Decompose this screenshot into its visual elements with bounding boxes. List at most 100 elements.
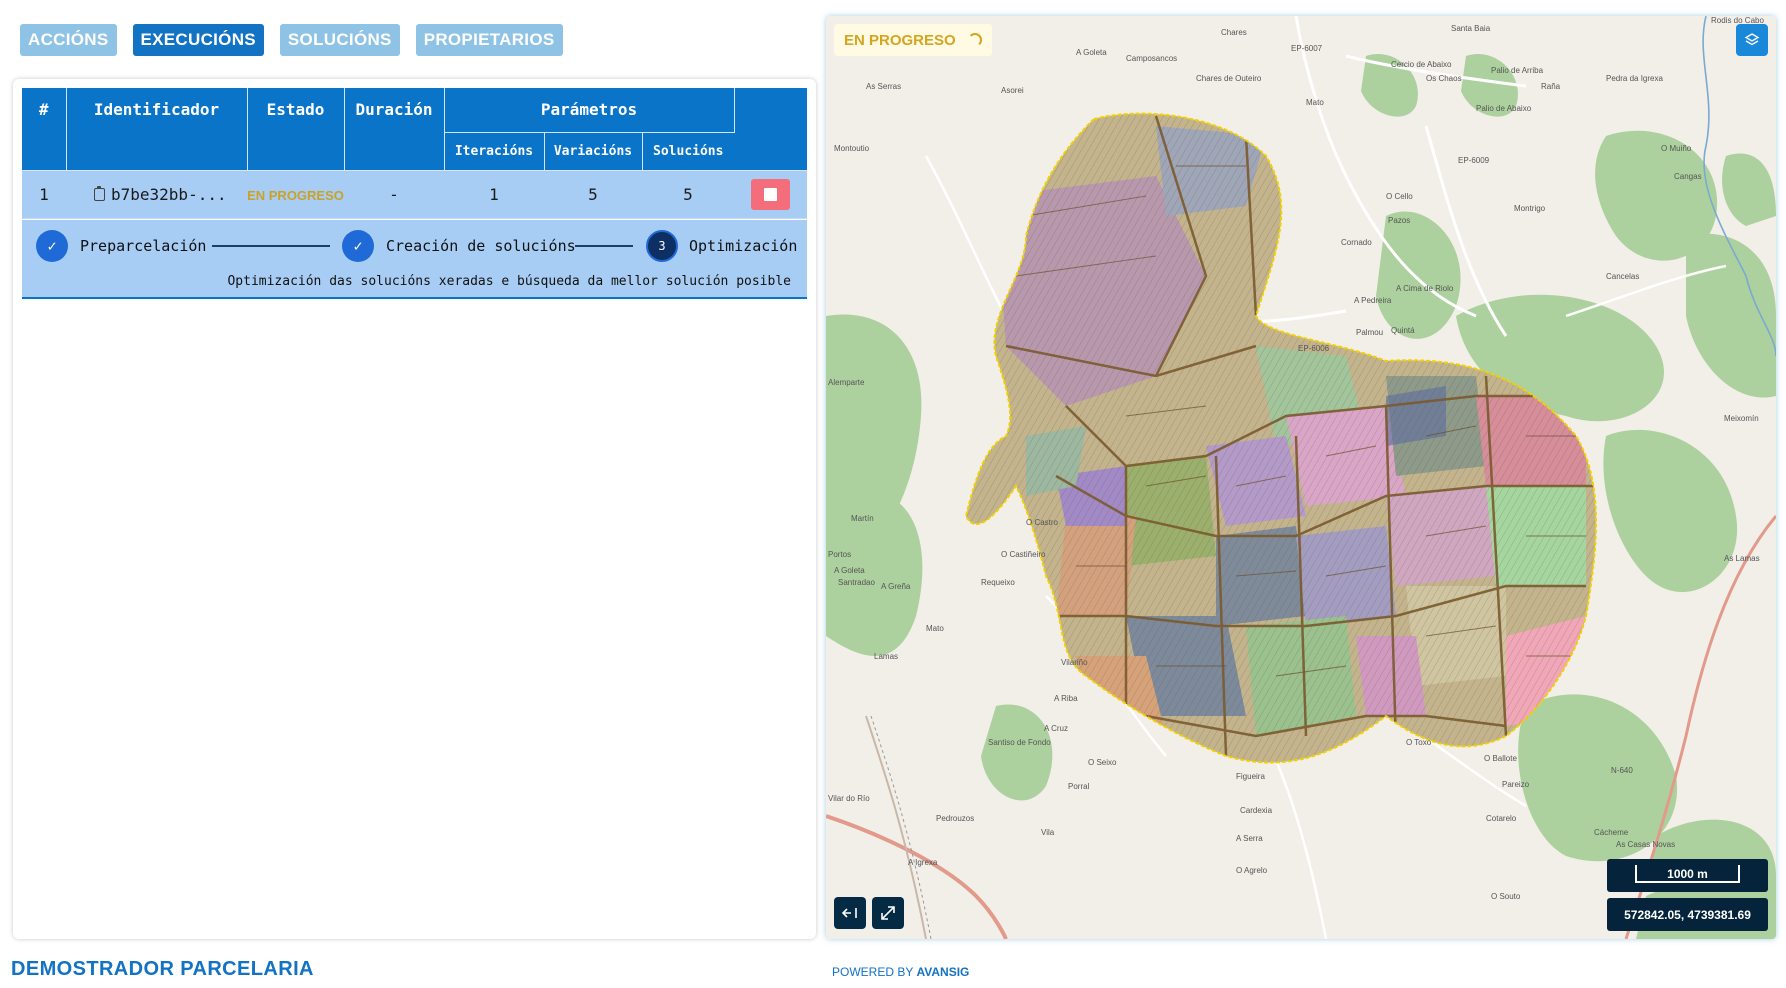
place-label: Figueira bbox=[1236, 772, 1265, 781]
expand-icon bbox=[881, 906, 895, 920]
place-label: Pedra da Igrexa bbox=[1606, 74, 1663, 83]
place-label: Montrigo bbox=[1514, 204, 1546, 213]
col-header-index: # bbox=[22, 88, 67, 171]
layers-button[interactable] bbox=[1736, 24, 1768, 56]
place-label: EP-6009 bbox=[1458, 156, 1490, 165]
place-label: Santradao bbox=[838, 578, 875, 587]
step-label-creacion: Creación de solucións bbox=[386, 237, 576, 255]
place-label: Camposancos bbox=[1126, 54, 1178, 63]
place-label: Cardexia bbox=[1240, 806, 1273, 815]
place-label: Chares bbox=[1221, 28, 1247, 37]
col-header-params: Parámetros bbox=[444, 88, 735, 133]
status-badge: EN PROGRESO bbox=[247, 187, 344, 203]
place-label: A Goleta bbox=[1076, 48, 1107, 57]
place-label: Meixomín bbox=[1724, 414, 1759, 423]
place-label: Pedrouzos bbox=[936, 814, 975, 823]
check-icon: ✓ bbox=[342, 230, 374, 262]
place-label: O Agrelo bbox=[1236, 866, 1268, 875]
place-label: O Ballote bbox=[1484, 754, 1517, 763]
place-label: Vilar do Río bbox=[828, 794, 870, 803]
place-label: Portos bbox=[828, 550, 852, 559]
scale-indicator: 1000 m bbox=[1607, 859, 1768, 892]
col-header-duration: Duración bbox=[344, 88, 445, 171]
place-label: Vila bbox=[1041, 828, 1055, 837]
place-label: EP-6007 bbox=[1291, 44, 1323, 53]
step-connector bbox=[212, 245, 330, 247]
map-status-text: EN PROGRESO bbox=[844, 31, 956, 49]
step-label-preparcelacion: Preparcelación bbox=[80, 237, 207, 255]
place-label: Vilariño bbox=[1061, 658, 1088, 667]
place-label: O Souto bbox=[1491, 892, 1521, 901]
row-id: b7be32bb-... bbox=[111, 184, 227, 204]
col-header-actions bbox=[734, 88, 807, 171]
check-icon: ✓ bbox=[36, 230, 68, 262]
place-label: O Castiñeiro bbox=[1001, 550, 1046, 559]
clipboard-icon[interactable] bbox=[94, 185, 105, 201]
place-label: Alemparte bbox=[828, 378, 865, 387]
tab-accions[interactable]: ACCIÓNS bbox=[20, 24, 117, 56]
fullscreen-button[interactable] bbox=[872, 897, 904, 929]
powered-by: POWERED BY AVANSIG bbox=[832, 965, 969, 979]
row-duration: - bbox=[344, 170, 444, 219]
progress-stepper: ✓ Preparcelación ✓ Creación de solucións… bbox=[22, 220, 807, 299]
place-label: O Muiño bbox=[1661, 144, 1692, 153]
place-label: Palmou bbox=[1356, 328, 1384, 337]
place-label: EP-6006 bbox=[1298, 344, 1330, 353]
stop-button[interactable] bbox=[751, 178, 790, 210]
row-state: EN PROGRESO bbox=[247, 170, 344, 219]
map-view[interactable]: A Goleta Camposancos Chares Santa Baia R… bbox=[826, 16, 1776, 939]
place-label: Palio de Abaixo bbox=[1476, 104, 1532, 113]
scale-label: 1000 m bbox=[1667, 867, 1708, 881]
place-label: As Lamas bbox=[1724, 554, 1760, 563]
col-header-iterations: Iteracións bbox=[444, 132, 545, 171]
place-label: As Casas Novas bbox=[1616, 840, 1676, 849]
tab-solucions[interactable]: SOLUCIÓNS bbox=[279, 24, 400, 56]
row-id-cell: b7be32bb-... bbox=[66, 170, 247, 219]
place-label: A Cruz bbox=[1044, 724, 1069, 733]
place-label: A Pedreira bbox=[1354, 296, 1392, 305]
place-label: Pareizo bbox=[1502, 780, 1530, 789]
place-label: O Toxo bbox=[1406, 738, 1432, 747]
col-header-variations: Variacións bbox=[544, 132, 643, 171]
map-canvas bbox=[826, 16, 1776, 939]
place-label: Cancelas bbox=[1606, 272, 1640, 281]
table-row[interactable]: 1 b7be32bb-... EN PROGRESO - 1 5 5 bbox=[22, 170, 807, 219]
place-label: Cácheme bbox=[1594, 828, 1629, 837]
place-label: O Cello bbox=[1386, 192, 1413, 201]
place-label: Cercio de Abaixo bbox=[1391, 60, 1452, 69]
place-label: Quintá bbox=[1391, 326, 1415, 335]
place-label: Martín bbox=[851, 514, 874, 523]
place-label: N-640 bbox=[1611, 766, 1633, 775]
place-label: Mato bbox=[926, 624, 944, 633]
executions-table: # Identificador Estado Duración Parámetr… bbox=[22, 88, 807, 219]
map-status-badge: EN PROGRESO bbox=[834, 24, 992, 56]
place-label: O Castro bbox=[1026, 518, 1059, 527]
step-connector bbox=[575, 245, 633, 247]
loading-spinner-icon bbox=[967, 33, 982, 47]
place-label: A Greña bbox=[881, 582, 911, 591]
place-label: Cornado bbox=[1341, 238, 1372, 247]
place-label: Asorei bbox=[1001, 86, 1024, 95]
row-index: 1 bbox=[22, 170, 66, 219]
place-label: Pazos bbox=[1388, 216, 1411, 225]
place-label: Lamas bbox=[874, 652, 899, 661]
place-label: Chares de Outeiro bbox=[1196, 74, 1262, 83]
place-label: O Seixo bbox=[1088, 758, 1117, 767]
tab-execucions[interactable]: EXECUCIÓNS bbox=[132, 24, 264, 56]
place-label: A Cima de Riolo bbox=[1396, 284, 1454, 293]
tab-propietarios[interactable]: PROPIETARIOS bbox=[415, 24, 563, 56]
layers-icon bbox=[1744, 33, 1760, 46]
place-label: A Serra bbox=[1236, 834, 1263, 843]
executions-panel: # Identificador Estado Duración Parámetr… bbox=[13, 79, 816, 939]
place-label: Cangas bbox=[1674, 172, 1702, 181]
row-iterations: 1 bbox=[444, 170, 544, 219]
collapse-panel-button[interactable] bbox=[834, 897, 866, 929]
step-number-icon: 3 bbox=[646, 230, 678, 262]
row-actions bbox=[734, 170, 807, 219]
place-label: As Serras bbox=[866, 82, 902, 91]
powered-brand-link[interactable]: AVANSIG bbox=[916, 965, 969, 979]
place-label: Santiso de Fondo bbox=[988, 738, 1051, 747]
place-label: Requeixo bbox=[981, 578, 1015, 587]
step-description: Optimización das solucións xeradas e bús… bbox=[227, 274, 791, 289]
place-label: A Goleta bbox=[834, 566, 865, 575]
